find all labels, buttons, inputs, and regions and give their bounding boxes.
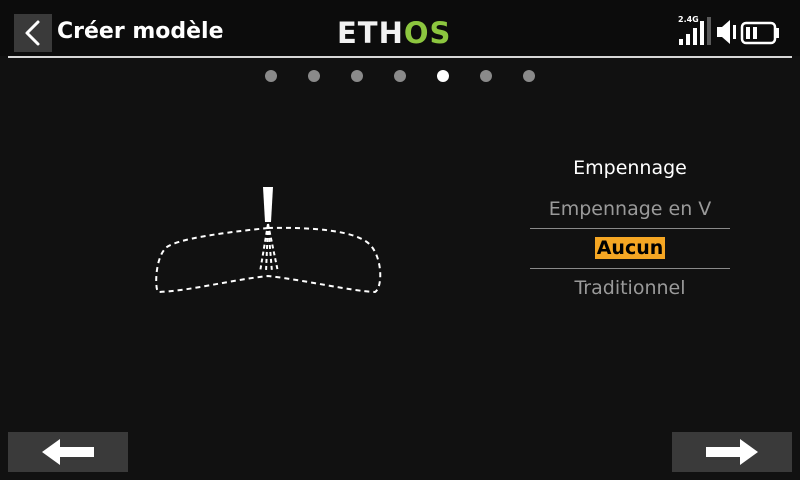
arrow-left-icon bbox=[42, 439, 94, 465]
next-button[interactable] bbox=[672, 432, 792, 472]
speaker-icon bbox=[717, 20, 736, 44]
page-dot bbox=[523, 70, 535, 82]
page-dot bbox=[351, 70, 363, 82]
no-tail-diagram bbox=[155, 187, 382, 294]
selector-heading: Empennage bbox=[573, 157, 687, 179]
page-title: Créer modèle bbox=[57, 19, 224, 44]
page-indicator bbox=[0, 68, 800, 84]
option-traditional[interactable]: Traditionnel bbox=[530, 275, 730, 301]
option-divider bbox=[530, 228, 730, 229]
option-none[interactable]: Aucun bbox=[530, 235, 730, 261]
top-bar: Créer modèle ETHOS 2.4G bbox=[0, 0, 800, 56]
status-area: 2.4G bbox=[676, 15, 786, 50]
back-button[interactable] bbox=[14, 14, 52, 52]
battery-icon bbox=[740, 21, 779, 45]
page-dot bbox=[308, 70, 320, 82]
logo-text-os: OS bbox=[403, 16, 452, 50]
option-none-label: Aucun bbox=[594, 237, 666, 259]
tail-none-illustration bbox=[155, 187, 382, 294]
signal-bars-icon bbox=[679, 17, 711, 45]
page-dot bbox=[480, 70, 492, 82]
previous-button[interactable] bbox=[8, 432, 128, 472]
ethos-logo: ETHOS bbox=[337, 15, 451, 51]
option-v-tail[interactable]: Empennage en V bbox=[530, 196, 730, 222]
logo-text-eth: ETH bbox=[337, 16, 404, 50]
option-divider bbox=[530, 268, 730, 269]
page-dot bbox=[437, 70, 449, 82]
chevron-left-icon bbox=[25, 20, 40, 46]
arrow-right-icon bbox=[706, 439, 758, 465]
header-divider bbox=[8, 56, 792, 58]
page-dot bbox=[394, 70, 406, 82]
page-dot bbox=[265, 70, 277, 82]
